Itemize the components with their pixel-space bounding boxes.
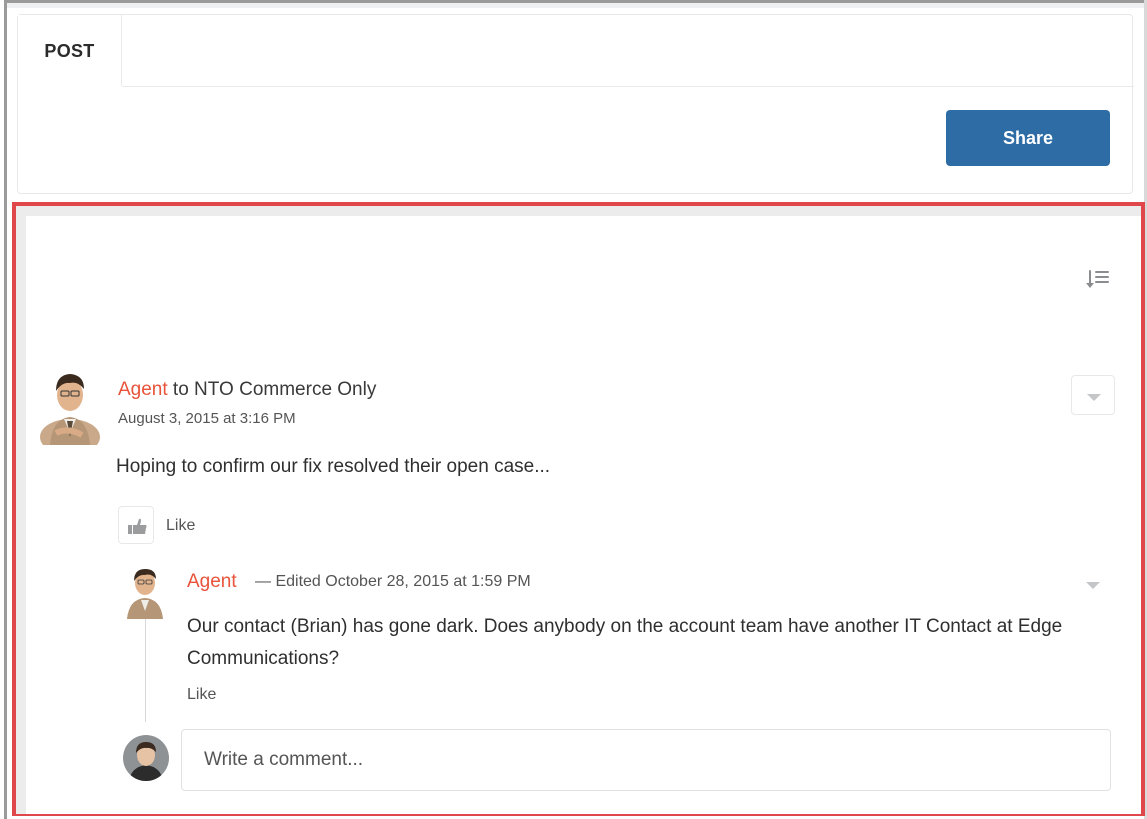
post-body: Hoping to confirm our fix resolved their… [116,456,551,477]
comment-like-link[interactable]: Like [187,686,216,704]
publisher-tab-bar: POST [18,15,1134,88]
comment-author-link[interactable]: Agent [187,571,237,593]
feed-inset-left [16,206,26,814]
like-button[interactable] [118,506,154,544]
post-menu-button[interactable] [1071,375,1115,415]
post-destination[interactable]: to NTO Commerce Only [168,379,376,400]
post-header: Agent to NTO Commerce Only [118,379,376,401]
comment-edited-timestamp: — Edited October 28, 2015 at 1:59 PM [255,573,531,590]
thread-line [145,616,146,722]
publisher-panel: POST Share [17,14,1134,194]
comment-author-avatar[interactable] [121,559,169,619]
share-button[interactable]: Share [946,110,1110,166]
write-comment-input[interactable] [181,729,1111,791]
agent-avatar[interactable] [38,361,102,445]
thumbs-up-icon [128,518,147,534]
like-link[interactable]: Like [166,517,195,535]
feed-inset-top [16,206,1141,216]
window-frame-top [4,0,1147,8]
chevron-down-icon [1087,394,1101,401]
sort-icon[interactable] [1086,268,1110,290]
comment-menu-chevron-down-icon[interactable] [1080,576,1106,594]
tab-post[interactable]: POST [18,15,122,88]
post-timestamp[interactable]: August 3, 2015 at 3:16 PM [118,410,296,427]
post-author-link[interactable]: Agent [118,379,168,400]
window-frame-left [4,0,7,819]
feed-container [26,216,1141,814]
comment-body: Our contact (Brian) has gone dark. Does … [187,616,1063,669]
current-user-avatar [123,735,169,781]
